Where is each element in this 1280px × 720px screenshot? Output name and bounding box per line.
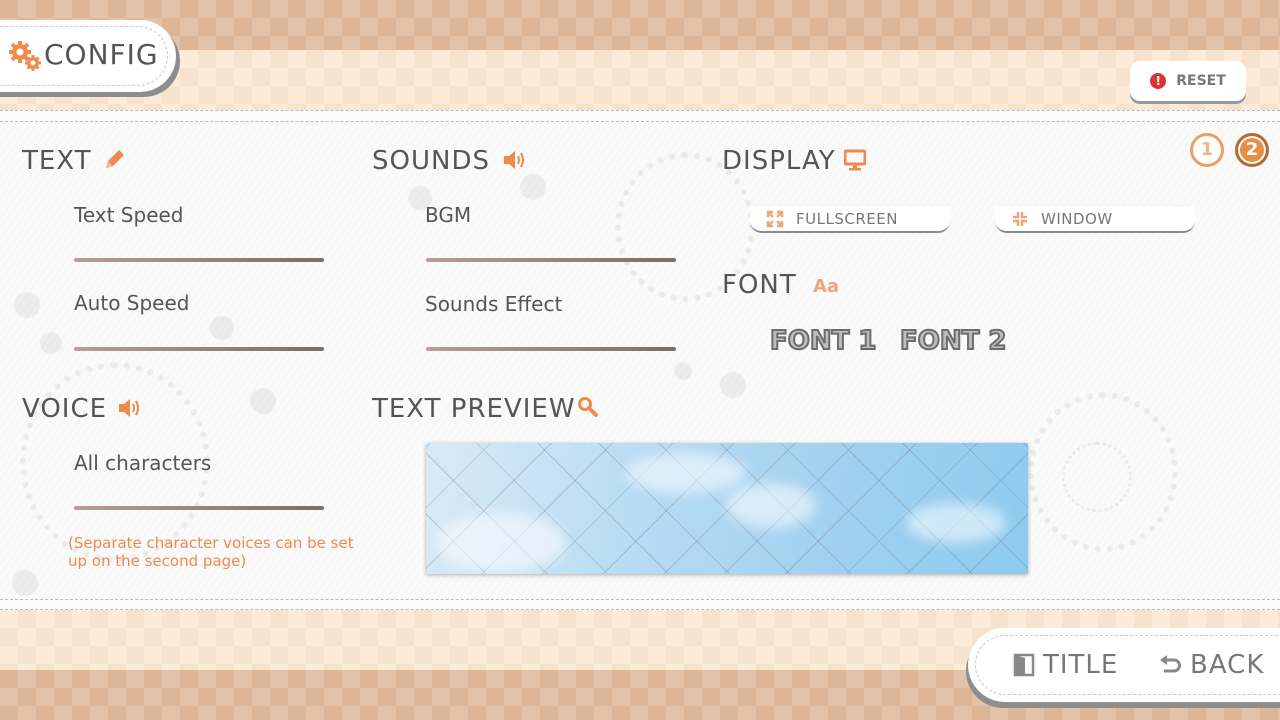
decor-ring <box>1062 442 1132 512</box>
cloud <box>906 503 1006 543</box>
decor-dot <box>674 362 692 380</box>
font-section-heading: FONT <box>722 270 797 300</box>
decor-dot <box>250 388 276 414</box>
text-preview-box <box>426 443 1028 574</box>
page-1-button[interactable]: 1 <box>1190 133 1224 167</box>
cloud <box>726 483 816 528</box>
title-label: TITLE <box>1043 650 1119 680</box>
top-border-band <box>0 0 1280 50</box>
sound-effect-slider[interactable] <box>426 347 676 351</box>
gears-icon <box>9 41 41 71</box>
auto-speed-label: Auto Speed <box>74 291 190 315</box>
title-button[interactable]: TITLE <box>1013 650 1118 680</box>
reset-label: RESET <box>1176 73 1226 89</box>
reset-button[interactable]: ! RESET <box>1130 61 1246 101</box>
auto-speed-slider[interactable] <box>74 347 324 351</box>
back-button[interactable]: BACK <box>1158 650 1264 680</box>
text-heading-label: TEXT <box>22 146 92 176</box>
decor-dot <box>14 292 40 318</box>
display-heading-label: DISPLAY <box>722 146 836 176</box>
font-2-button[interactable]: FONT 2 <box>899 325 1008 357</box>
decor-dot <box>210 316 234 340</box>
magnifier-icon <box>578 397 598 417</box>
top-header-band <box>0 50 1280 110</box>
font-1-button[interactable]: FONT 1 <box>769 325 878 357</box>
voice-volume-slider[interactable] <box>74 506 324 510</box>
expand-icon <box>766 210 784 228</box>
voice-heading-label: VOICE <box>22 394 108 424</box>
preview-section-heading: TEXT PREVIEW <box>372 394 576 424</box>
sounds-section-heading: SOUNDS <box>372 146 490 176</box>
bgm-slider[interactable] <box>426 258 676 262</box>
decor-dot <box>520 174 546 200</box>
preview-heading-label: TEXT PREVIEW <box>372 394 576 424</box>
window-label: WINDOW <box>1041 210 1113 228</box>
display-section-heading: DISPLAY <box>722 146 836 176</box>
cloud <box>436 513 566 573</box>
font-aa-icon: Aa <box>813 276 840 297</box>
undo-arrow-icon <box>1160 655 1181 673</box>
cloud <box>626 453 746 493</box>
decor-dot <box>40 332 62 354</box>
divider <box>0 110 1280 111</box>
sounds-heading-label: SOUNDS <box>372 146 490 176</box>
fullscreen-button[interactable]: FULLSCREEN <box>750 207 950 233</box>
voice-note: (Separate character voices can be set up… <box>68 534 354 570</box>
sound-effect-label: Sounds Effect <box>425 292 563 316</box>
page-2-button[interactable]: 2 <box>1235 133 1269 167</box>
bgm-label: BGM <box>425 203 472 227</box>
font-heading-label: FONT <box>722 270 797 300</box>
voice-section-heading: VOICE <box>22 394 107 424</box>
text-speed-label: Text Speed <box>74 203 184 227</box>
text-section-heading: TEXT <box>22 146 92 176</box>
monitor-icon <box>844 149 866 171</box>
back-label: BACK <box>1190 650 1265 680</box>
all-characters-label: All characters <box>74 451 212 475</box>
door-icon <box>1013 653 1035 677</box>
page-title: CONFIG <box>44 38 159 71</box>
decor-dot <box>12 570 38 596</box>
alert-icon: ! <box>1150 73 1167 89</box>
text-speed-slider[interactable] <box>74 258 324 262</box>
divider <box>0 599 1280 600</box>
window-button[interactable]: WINDOW <box>995 207 1195 233</box>
speaker-icon <box>119 399 139 417</box>
decor-dot <box>720 372 746 398</box>
fullscreen-label: FULLSCREEN <box>796 210 898 228</box>
compress-icon <box>1013 212 1027 226</box>
pencil-icon <box>106 150 124 168</box>
speaker-icon <box>504 151 524 169</box>
